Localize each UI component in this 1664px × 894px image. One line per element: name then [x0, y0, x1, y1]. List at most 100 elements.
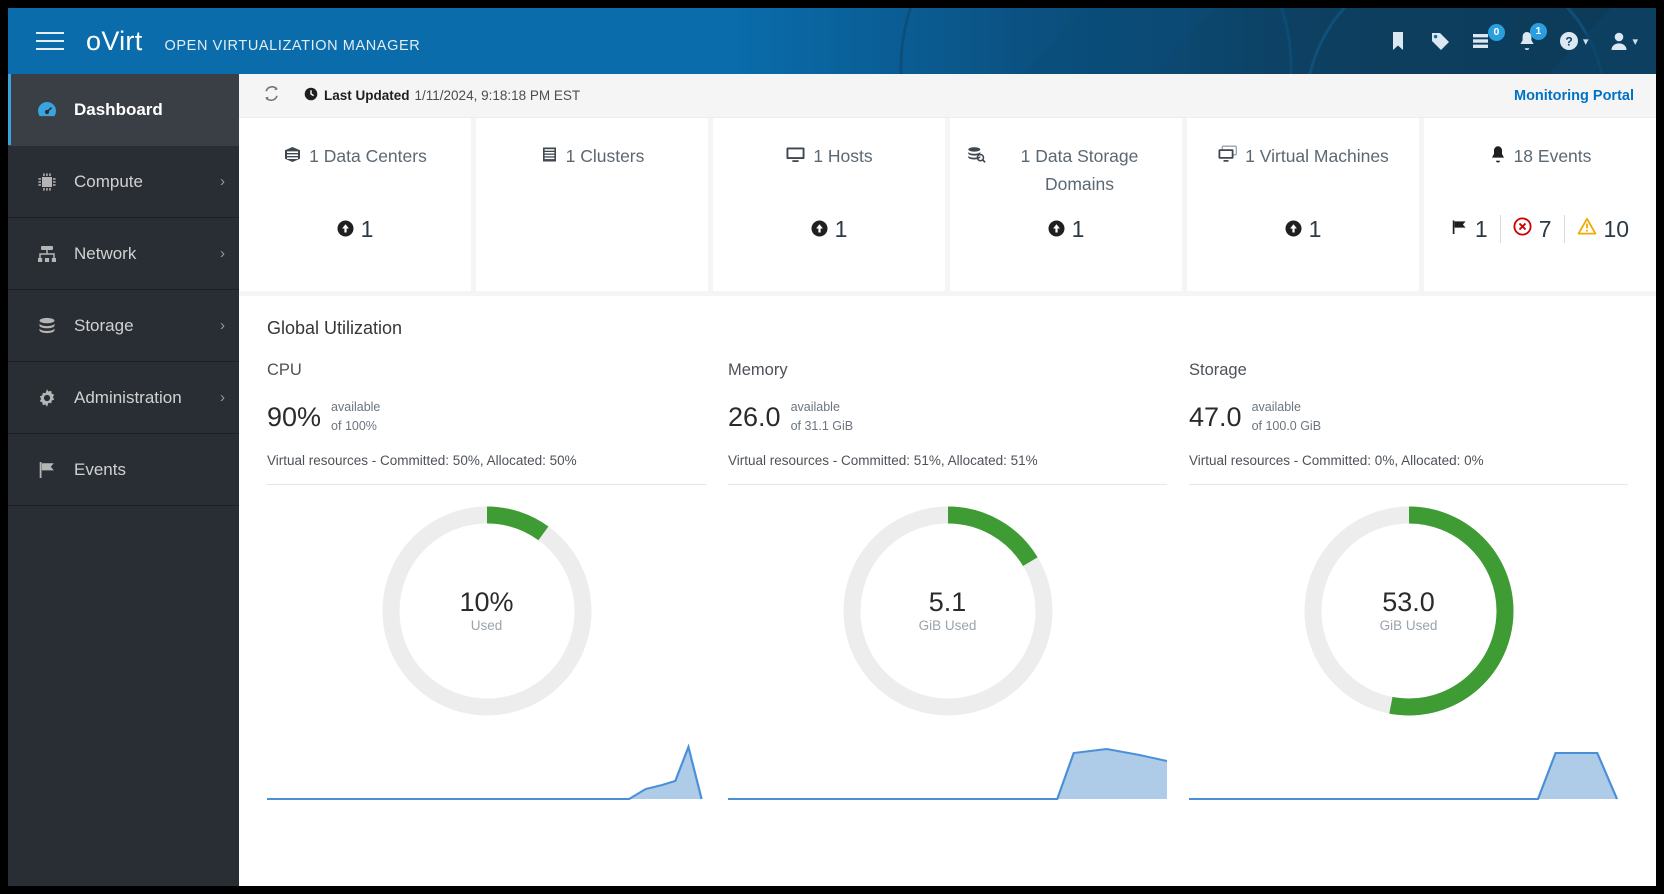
chevron-right-icon: › [220, 389, 225, 406]
sidebar-item-events[interactable]: Events [8, 434, 239, 506]
card-title: 1 Hosts [785, 142, 873, 172]
donut-center: 5.1 GiB Used [836, 499, 1060, 723]
card-clusters[interactable]: 1 Clusters [476, 118, 708, 291]
clock-icon [304, 87, 318, 104]
card-status-row: 1 [811, 216, 847, 243]
help-icon[interactable]: ? ▾ [1559, 31, 1588, 51]
utilization-name: Storage [1189, 361, 1247, 379]
chevron-right-icon: › [220, 173, 225, 190]
card-status-row: 1 [337, 216, 373, 243]
sidebar-item-label: Administration [74, 387, 182, 407]
status-up-icon [337, 216, 354, 243]
status-up-icon [1285, 216, 1302, 243]
bookmark-icon[interactable] [1389, 31, 1407, 51]
sidebar-item-storage[interactable]: Storage › [8, 290, 239, 362]
memory-sparkline[interactable] [728, 741, 1167, 801]
user-account-icon[interactable]: ▾ [1610, 31, 1638, 51]
card-events[interactable]: 18 Events 1 7 10 [1424, 118, 1656, 291]
available-sub: available of 100.0 GiB [1252, 398, 1322, 437]
tasks-list-icon[interactable]: 0 [1472, 24, 1505, 50]
card-data-storage-domains[interactable]: 1 Data Storage Domains 1 [950, 118, 1182, 291]
card-title-text: 1 Clusters [565, 146, 645, 166]
donut-value: 5.1 [928, 587, 967, 618]
storage-donut-chart[interactable]: 53.0 GiB Used [1297, 499, 1521, 723]
sidebar-item-compute[interactable]: Compute › [8, 146, 239, 218]
last-updated-time: 1/11/2024, 9:18:18 PM EST [414, 88, 581, 103]
donut-unit: Used [470, 618, 503, 634]
data-center-icon [283, 144, 302, 172]
cpu-donut-chart[interactable]: 10% Used [375, 499, 599, 723]
card-title: 1 Data Storage Domains [966, 142, 1166, 198]
status-up-icon [1048, 216, 1065, 243]
notifications-badge: 1 [1529, 23, 1547, 40]
cpu-sparkline[interactable] [267, 741, 706, 801]
masthead-actions: 0 1 ? ▾ ▾ [1389, 23, 1638, 51]
card-title: 1 Data Centers [283, 142, 427, 172]
donut-unit: GiB Used [918, 618, 977, 634]
storage-sparkline[interactable] [1189, 741, 1628, 801]
last-updated-label: Last Updated [324, 88, 410, 103]
sidebar-item-label: Dashboard [74, 99, 163, 119]
main-content: Last Updated 1/11/2024, 9:18:18 PM EST M… [239, 74, 1656, 886]
available-sub: available of 100% [331, 398, 380, 437]
utilization-available: 47.0 available of 100.0 GiB [1189, 398, 1628, 437]
card-data-centers[interactable]: 1 Data Centers 1 [239, 118, 471, 291]
card-status-row: 1 [1285, 216, 1322, 243]
divider [1563, 215, 1565, 243]
events-error-group[interactable]: 7 [1513, 216, 1552, 243]
available-of: of 100.0 GiB [1251, 419, 1322, 434]
available-value: 26.0 [728, 401, 781, 432]
available-sub: available of 31.1 GiB [791, 398, 854, 437]
storage-domain-icon [966, 144, 986, 172]
product-name: OPEN VIRTUALIZATION MANAGER [164, 37, 421, 54]
memory-donut-chart[interactable]: 5.1 GiB Used [836, 499, 1060, 723]
divider [1499, 215, 1501, 243]
donut-value: 53.0 [1382, 587, 1435, 618]
dashboard-gauge-icon [36, 99, 58, 121]
events-flag-group[interactable]: 1 [1451, 216, 1488, 243]
available-of: of 31.1 GiB [790, 419, 854, 434]
tag-icon[interactable] [1429, 31, 1451, 51]
status-up-group[interactable]: 1 [337, 216, 373, 243]
virtual-resources-text: Virtual resources - Committed: 0%, Alloc… [1189, 453, 1628, 485]
available-word: available [1251, 400, 1301, 414]
donut-wrap: 10% Used [267, 499, 706, 723]
virtual-resources-text: Virtual resources - Committed: 50%, Allo… [267, 453, 706, 485]
global-utilization-columns: CPU 90% available of 100% Virtual resour… [267, 361, 1628, 801]
database-stack-icon [36, 315, 58, 337]
events-warning-group[interactable]: 10 [1577, 215, 1630, 243]
monitoring-portal-link[interactable]: Monitoring Portal [1514, 88, 1634, 104]
sidebar-item-administration[interactable]: Administration › [8, 362, 239, 434]
hamburger-menu-icon[interactable] [22, 8, 78, 74]
sidebar-item-label: Storage [74, 315, 134, 335]
global-utilization-title: Global Utilization [267, 318, 403, 338]
card-hosts[interactable]: 1 Hosts 1 [713, 118, 945, 291]
virtual-machine-icon [1217, 144, 1238, 172]
events-warning-count: 10 [1603, 215, 1630, 242]
events-error-count: 7 [1538, 215, 1552, 242]
status-up-count: 1 [1308, 216, 1322, 242]
status-up-group[interactable]: 1 [811, 216, 847, 243]
sidebar-item-dashboard[interactable]: Dashboard [8, 74, 239, 146]
status-up-group[interactable]: 1 [1048, 216, 1084, 243]
available-value: 47.0 [1189, 401, 1242, 432]
available-word: available [790, 400, 840, 414]
masthead: oVirt OPEN VIRTUALIZATION MANAGER 0 1 ? … [8, 8, 1656, 74]
donut-wrap: 5.1 GiB Used [728, 499, 1167, 723]
flag-icon [1451, 219, 1468, 240]
chevron-right-icon: › [220, 317, 225, 334]
host-monitor-icon [785, 144, 806, 172]
notifications-bell-icon[interactable]: 1 [1517, 23, 1547, 51]
refresh-icon[interactable] [263, 85, 280, 107]
card-virtual-machines[interactable]: 1 Virtual Machines 1 [1187, 118, 1419, 291]
inventory-cards: 1 Data Centers 1 1 Clusters 1 Hosts 1 1 … [239, 118, 1656, 291]
card-title: 18 Events [1489, 142, 1591, 172]
brand: oVirt OPEN VIRTUALIZATION MANAGER [86, 26, 420, 57]
utilization-column-memory: Memory 26.0 available of 31.1 GiB Virtua… [728, 361, 1167, 801]
virtual-resources-text: Virtual resources - Committed: 51%, Allo… [728, 453, 1167, 485]
status-up-icon [811, 216, 828, 243]
status-up-group[interactable]: 1 [1285, 216, 1322, 243]
sidebar-item-network[interactable]: Network › [8, 218, 239, 290]
donut-center: 10% Used [375, 499, 599, 723]
dashboard-toolbar: Last Updated 1/11/2024, 9:18:18 PM EST M… [239, 74, 1656, 118]
